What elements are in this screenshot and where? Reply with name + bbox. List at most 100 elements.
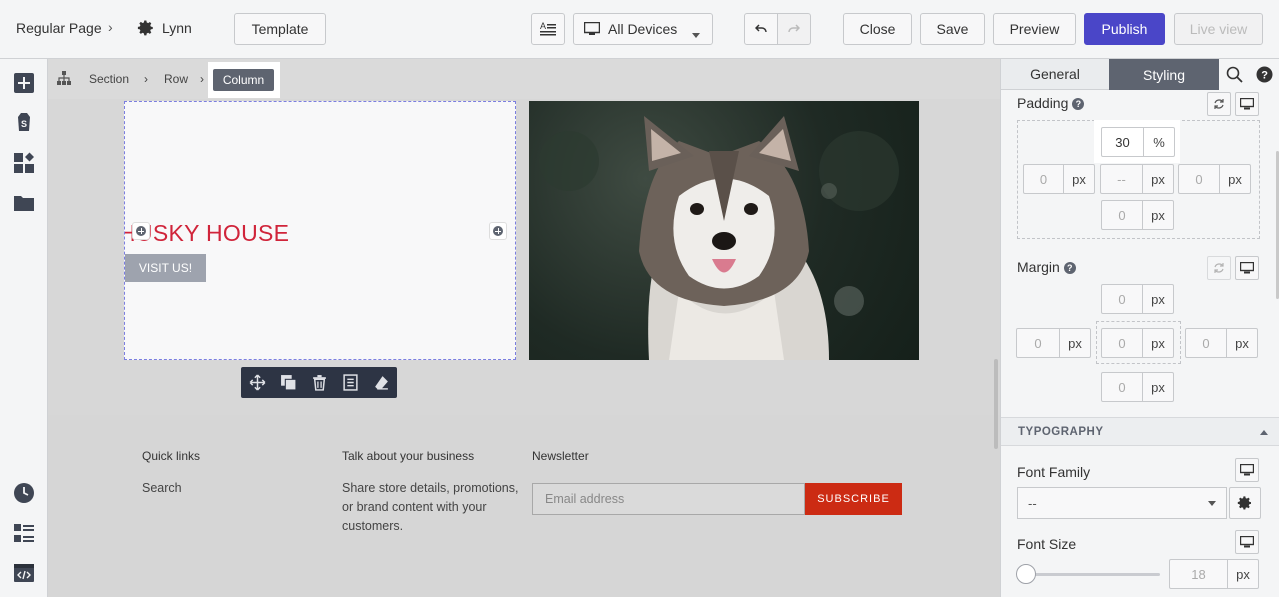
font-size-input[interactable]: 18 px xyxy=(1169,559,1259,589)
margin-center-unit[interactable]: px xyxy=(1143,329,1173,357)
font-size-value[interactable]: 18 xyxy=(1170,560,1228,588)
font-size-device-button[interactable] xyxy=(1235,530,1259,554)
template-button[interactable]: Template xyxy=(234,13,326,45)
margin-center-input[interactable]: 0 px xyxy=(1101,328,1174,358)
padding-left-input[interactable]: 0 px xyxy=(1023,164,1095,194)
folder-icon[interactable] xyxy=(13,192,35,214)
reset-padding-button[interactable] xyxy=(1207,92,1231,116)
padding-right-unit[interactable]: px xyxy=(1220,165,1250,193)
padding-center-value[interactable]: -- xyxy=(1101,165,1143,193)
device-select-value: All Devices xyxy=(608,21,678,37)
husky-puppy-image[interactable] xyxy=(529,101,919,360)
padding-center-input[interactable]: -- px xyxy=(1100,164,1174,194)
padding-bottom-unit[interactable]: px xyxy=(1143,201,1173,229)
font-family-value: -- xyxy=(1028,496,1037,511)
history-clock-icon[interactable] xyxy=(13,482,35,504)
margin-top-value[interactable]: 0 xyxy=(1102,285,1143,313)
code-editor-icon[interactable] xyxy=(13,562,35,584)
close-button[interactable]: Close xyxy=(843,13,912,45)
visit-us-button[interactable]: VISIT US! xyxy=(125,254,206,282)
publish-button[interactable]: Publish xyxy=(1084,13,1165,45)
font-size-unit[interactable]: px xyxy=(1228,560,1258,588)
padding-device-button[interactable] xyxy=(1235,92,1259,116)
search-icon[interactable] xyxy=(1226,66,1243,83)
margin-device-button[interactable] xyxy=(1235,256,1259,280)
font-family-device-button[interactable] xyxy=(1235,458,1259,482)
padding-top-input[interactable]: 30% xyxy=(1101,127,1175,157)
layers-list-icon[interactable] xyxy=(13,522,35,544)
add-element-left-icon[interactable] xyxy=(132,222,150,240)
padding-bottom-input[interactable]: 0 px xyxy=(1101,200,1174,230)
selected-column[interactable]: HUSKY HOUSE VISIT US! xyxy=(124,101,516,360)
margin-label-text: Margin xyxy=(1017,259,1060,275)
chevron-right-icon: › xyxy=(200,72,204,86)
padding-top-unit[interactable]: % xyxy=(1144,128,1174,156)
margin-bottom-input[interactable]: 0 px xyxy=(1101,372,1174,402)
add-icon[interactable] xyxy=(13,72,35,94)
page-type-label[interactable]: Regular Page xyxy=(16,20,102,36)
chevron-right-icon: › xyxy=(108,19,113,35)
margin-right-value[interactable]: 0 xyxy=(1186,329,1227,357)
typography-section-header[interactable]: TYPOGRAPHY xyxy=(1001,417,1279,446)
margin-top-unit[interactable]: px xyxy=(1143,285,1173,313)
padding-top-value[interactable]: 30 xyxy=(1102,128,1144,156)
padding-left-value[interactable]: 0 xyxy=(1024,165,1064,193)
padding-right-input[interactable]: 0 px xyxy=(1178,164,1251,194)
tab-styling[interactable]: Styling xyxy=(1109,59,1219,90)
save-template-icon[interactable] xyxy=(342,374,359,391)
breadcrumb-column[interactable]: Column xyxy=(213,69,274,91)
font-size-slider-track[interactable] xyxy=(1028,573,1160,576)
undo-button[interactable] xyxy=(744,13,778,45)
text-layout-icon[interactable]: A xyxy=(531,13,565,45)
font-size-slider-handle[interactable] xyxy=(1016,564,1036,584)
font-settings-button[interactable] xyxy=(1229,487,1261,519)
margin-right-unit[interactable]: px xyxy=(1227,329,1257,357)
elements-grid-icon[interactable] xyxy=(13,152,35,174)
breadcrumb-section[interactable]: Section xyxy=(89,72,129,86)
redo-button[interactable] xyxy=(777,13,811,45)
reset-margin-button[interactable] xyxy=(1207,256,1231,280)
sitemap-icon[interactable] xyxy=(56,70,72,86)
margin-left-input[interactable]: 0 px xyxy=(1016,328,1091,358)
help-icon[interactable]: ? xyxy=(1072,98,1085,110)
save-button[interactable]: Save xyxy=(920,13,985,45)
move-icon[interactable] xyxy=(249,374,266,391)
theme-name[interactable]: Lynn xyxy=(162,20,192,36)
margin-top-input[interactable]: 0 px xyxy=(1101,284,1174,314)
eraser-icon[interactable] xyxy=(373,374,390,391)
undo-icon xyxy=(755,24,767,33)
subscribe-button[interactable]: SUBSCRIBE xyxy=(805,483,902,515)
shopify-icon[interactable]: S xyxy=(13,111,35,133)
preview-button[interactable]: Preview xyxy=(993,13,1076,45)
margin-left-unit[interactable]: px xyxy=(1060,329,1090,357)
duplicate-icon[interactable] xyxy=(280,374,297,391)
trash-icon[interactable] xyxy=(311,374,328,391)
font-family-select[interactable]: -- xyxy=(1017,487,1227,519)
margin-right-input[interactable]: 0 px xyxy=(1185,328,1258,358)
font-size-label: Font Size xyxy=(1017,536,1077,552)
desktop-icon xyxy=(584,22,600,35)
top-bar: Regular Page › Lynn Template A All Devic… xyxy=(0,0,1279,59)
margin-center-value[interactable]: 0 xyxy=(1102,329,1143,357)
margin-bottom-unit[interactable]: px xyxy=(1143,373,1173,401)
help-icon[interactable]: ? xyxy=(1256,66,1273,83)
footer-search-link[interactable]: Search xyxy=(142,479,182,498)
device-select[interactable]: All Devices xyxy=(573,13,713,45)
margin-left-value[interactable]: 0 xyxy=(1017,329,1060,357)
help-icon[interactable]: ? xyxy=(1063,262,1076,274)
canvas-scrollbar[interactable] xyxy=(994,359,998,449)
footer-business-text: Share store details, promotions, or bran… xyxy=(342,481,519,533)
font-family-label: Font Family xyxy=(1017,464,1091,480)
padding-left-unit[interactable]: px xyxy=(1064,165,1094,193)
email-input[interactable]: Email address xyxy=(532,483,805,515)
gear-icon[interactable] xyxy=(137,19,155,37)
padding-right-value[interactable]: 0 xyxy=(1179,165,1220,193)
padding-center-unit[interactable]: px xyxy=(1143,165,1173,193)
live-view-button[interactable]: Live view xyxy=(1174,13,1263,45)
breadcrumb-row[interactable]: Row xyxy=(164,72,188,86)
add-element-right-icon[interactable] xyxy=(489,222,507,240)
margin-bottom-value[interactable]: 0 xyxy=(1102,373,1143,401)
padding-bottom-value[interactable]: 0 xyxy=(1102,201,1143,229)
tab-general[interactable]: General xyxy=(1001,59,1109,90)
caret-up-icon xyxy=(1260,430,1268,435)
